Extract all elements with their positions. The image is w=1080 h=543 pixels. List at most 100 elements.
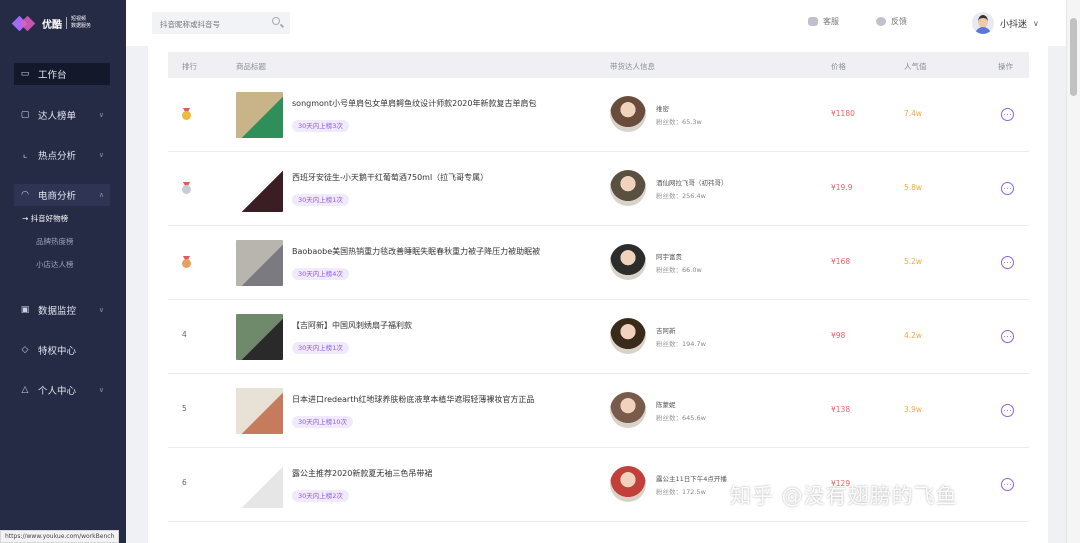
kol-name[interactable]: 酒仙网拉飞哥（初祎哥） bbox=[656, 177, 728, 187]
kol-avatar[interactable] bbox=[610, 244, 646, 280]
bag-icon: ◠ bbox=[21, 190, 29, 200]
product-title[interactable]: 西班牙安徒生-小天鹅干红葡萄酒750ml（拉飞哥专属） bbox=[292, 172, 488, 183]
sidebar-item-label: 数据监控 bbox=[38, 306, 77, 317]
product-price: ¥19.9 bbox=[831, 183, 853, 192]
user-menu[interactable]: 小抖迷 ∨ bbox=[972, 12, 1039, 34]
column-action: 操作 bbox=[998, 62, 1013, 71]
phone-icon bbox=[808, 17, 818, 26]
diamond-icon: ◇ bbox=[21, 345, 29, 355]
popularity-value: 7.4w bbox=[904, 109, 923, 118]
product-price: ¥1180 bbox=[831, 109, 855, 118]
sidebar-item-ecommerce[interactable]: ◠ 电商分析 ∧ bbox=[14, 184, 110, 206]
sidebar-item-label: 个人中心 bbox=[38, 386, 77, 397]
kol-avatar[interactable] bbox=[610, 170, 646, 206]
rank-number: 4 bbox=[182, 330, 187, 339]
sidebar-item-hot-analysis[interactable]: ⌞ 热点分析 ∨ bbox=[14, 144, 110, 166]
feedback-label: 反馈 bbox=[891, 17, 907, 26]
kol-fans: 粉丝数：645.6w bbox=[656, 414, 706, 422]
logo-divider bbox=[66, 17, 67, 29]
sidebar-item-label: 热点分析 bbox=[38, 151, 77, 162]
more-actions-button[interactable] bbox=[1001, 256, 1014, 269]
sidebar-item-workbench[interactable]: ▭ 工作台 bbox=[14, 63, 110, 85]
sidebar-subitem-shop-kol[interactable]: 小店达人榜 bbox=[36, 259, 74, 270]
column-kol: 带货达人信息 bbox=[610, 62, 655, 71]
feedback-link[interactable]: 反馈 bbox=[876, 16, 907, 27]
kol-avatar[interactable] bbox=[610, 318, 646, 354]
more-actions-button[interactable] bbox=[1001, 478, 1014, 491]
product-title[interactable]: 日本进口redearth红地球养肤粉底液草本植华遮瑕轻薄裸妆官方正品 bbox=[292, 394, 534, 405]
ranking-badge: 30天内上榜10次 bbox=[292, 416, 354, 428]
briefcase-icon: ▢ bbox=[20, 110, 30, 120]
search-icon[interactable] bbox=[272, 17, 280, 25]
kol-name[interactable]: 阿宇富贵 bbox=[656, 251, 682, 261]
user-name: 小抖迷 bbox=[1000, 19, 1028, 30]
table-row: Baobaobe美国热销重力毯改善睡眠失眠春秋重力被子降压力被助眠被 30天内上… bbox=[168, 226, 1029, 300]
sidebar-item-privilege[interactable]: ◇ 特权中心 bbox=[14, 339, 110, 361]
table-header: 排行 商品标题 带货达人信息 价格 人气值 操作 bbox=[168, 52, 1029, 78]
kol-avatar[interactable] bbox=[610, 96, 646, 132]
product-title[interactable]: 露公主推荐2020新款夏无袖三色吊带裙 bbox=[292, 468, 432, 479]
more-actions-button[interactable] bbox=[1001, 404, 1014, 417]
brand-name: 优酷 bbox=[42, 19, 62, 31]
column-price: 价格 bbox=[831, 62, 846, 71]
ranking-badge: 30天内上榜1次 bbox=[292, 194, 349, 206]
table-row: songmont小号单肩包女单肩鳄鱼纹设计师款2020年新款复古单肩包 30天内… bbox=[168, 78, 1029, 152]
column-popularity: 人气值 bbox=[904, 62, 927, 71]
product-thumbnail[interactable] bbox=[236, 166, 283, 212]
scrollbar[interactable] bbox=[1066, 0, 1080, 543]
product-price: ¥168 bbox=[831, 257, 851, 266]
chevron-down-icon: ∨ bbox=[1033, 18, 1039, 28]
status-url: https://www.youkue.com/workBench bbox=[0, 530, 120, 543]
more-actions-button[interactable] bbox=[1001, 108, 1014, 121]
sidebar-item-kol-ranking[interactable]: ▢ 达人榜单 ∨ bbox=[14, 104, 110, 126]
popularity-value: 3.9w bbox=[904, 405, 923, 414]
product-title[interactable]: songmont小号单肩包女单肩鳄鱼纹设计师款2020年新款复古单肩包 bbox=[292, 98, 536, 109]
product-title[interactable]: 【吉阿新】中国风刺绣扇子福利款 bbox=[292, 320, 412, 331]
sidebar-item-data-monitor[interactable]: ▣ 数据监控 ∨ bbox=[14, 299, 110, 321]
chevron-down-icon: ∨ bbox=[98, 306, 104, 314]
ranking-badge: 30天内上榜2次 bbox=[292, 490, 349, 502]
kol-avatar[interactable] bbox=[610, 392, 646, 428]
service-link[interactable]: 客服 bbox=[808, 16, 839, 27]
chart-icon: ⌞ bbox=[22, 150, 28, 160]
more-actions-button[interactable] bbox=[1001, 182, 1014, 195]
search-box bbox=[152, 12, 290, 36]
ranking-panel: 排行 商品标题 带货达人信息 价格 人气值 操作 songmont小号单肩包女单… bbox=[148, 46, 1048, 543]
more-actions-button[interactable] bbox=[1001, 330, 1014, 343]
sidebar-subitem-brand-heat[interactable]: 品牌热度榜 bbox=[36, 236, 74, 247]
popularity-value: 5.8w bbox=[904, 183, 923, 192]
kol-name[interactable]: 吉阿新 bbox=[656, 325, 676, 335]
product-thumbnail[interactable] bbox=[236, 92, 283, 138]
kol-name[interactable]: 维密 bbox=[656, 103, 669, 113]
kol-name[interactable]: 陈蒙妮 bbox=[656, 399, 676, 409]
sidebar-item-personal[interactable]: △ 个人中心 ∨ bbox=[14, 379, 110, 401]
product-thumbnail[interactable] bbox=[236, 240, 283, 286]
product-thumbnail[interactable] bbox=[236, 388, 283, 434]
medal-icon bbox=[182, 256, 191, 268]
kol-avatar[interactable] bbox=[610, 466, 646, 502]
product-price: ¥98 bbox=[831, 331, 846, 340]
brand-logo[interactable]: 优酷 短视频 数据服务 bbox=[0, 0, 126, 46]
column-rank: 排行 bbox=[182, 62, 197, 71]
user-icon: △ bbox=[21, 385, 29, 395]
scrollbar-thumb[interactable] bbox=[1070, 18, 1077, 96]
product-title[interactable]: Baobaobe美国热销重力毯改善睡眠失眠春秋重力被子降压力被助眠被 bbox=[292, 246, 540, 257]
popularity-value: 5.2w bbox=[904, 257, 923, 266]
monitor-icon: ▭ bbox=[20, 69, 30, 79]
kol-name[interactable]: 露公主11日下午4点开播 bbox=[656, 473, 727, 483]
service-label: 客服 bbox=[823, 17, 839, 26]
medal-icon bbox=[182, 182, 191, 194]
chevron-down-icon: ∨ bbox=[98, 151, 104, 159]
ranking-badge: 30天内上榜1次 bbox=[292, 342, 349, 354]
medal-icon bbox=[182, 108, 191, 120]
product-thumbnail[interactable] bbox=[236, 314, 283, 360]
ranking-badge: 30天内上榜4次 bbox=[292, 268, 349, 280]
app-root: 优酷 短视频 数据服务 ▭ 工作台 ▢ 达人榜单 ∨ ⌞ 热点分析 ∨ ◠ 电商分… bbox=[0, 0, 1080, 543]
topbar: 客服 反馈 小抖迷 ∨ bbox=[126, 0, 1066, 46]
sidebar-item-label: 达人榜单 bbox=[38, 111, 77, 122]
product-thumbnail[interactable] bbox=[236, 462, 283, 508]
search-input[interactable] bbox=[152, 13, 262, 36]
sidebar-item-label: 电商分析 bbox=[38, 191, 77, 202]
sidebar-subitem-douyin-goods[interactable]: → 抖音好物榜 bbox=[22, 213, 68, 224]
popularity-value: 4.2w bbox=[904, 331, 923, 340]
